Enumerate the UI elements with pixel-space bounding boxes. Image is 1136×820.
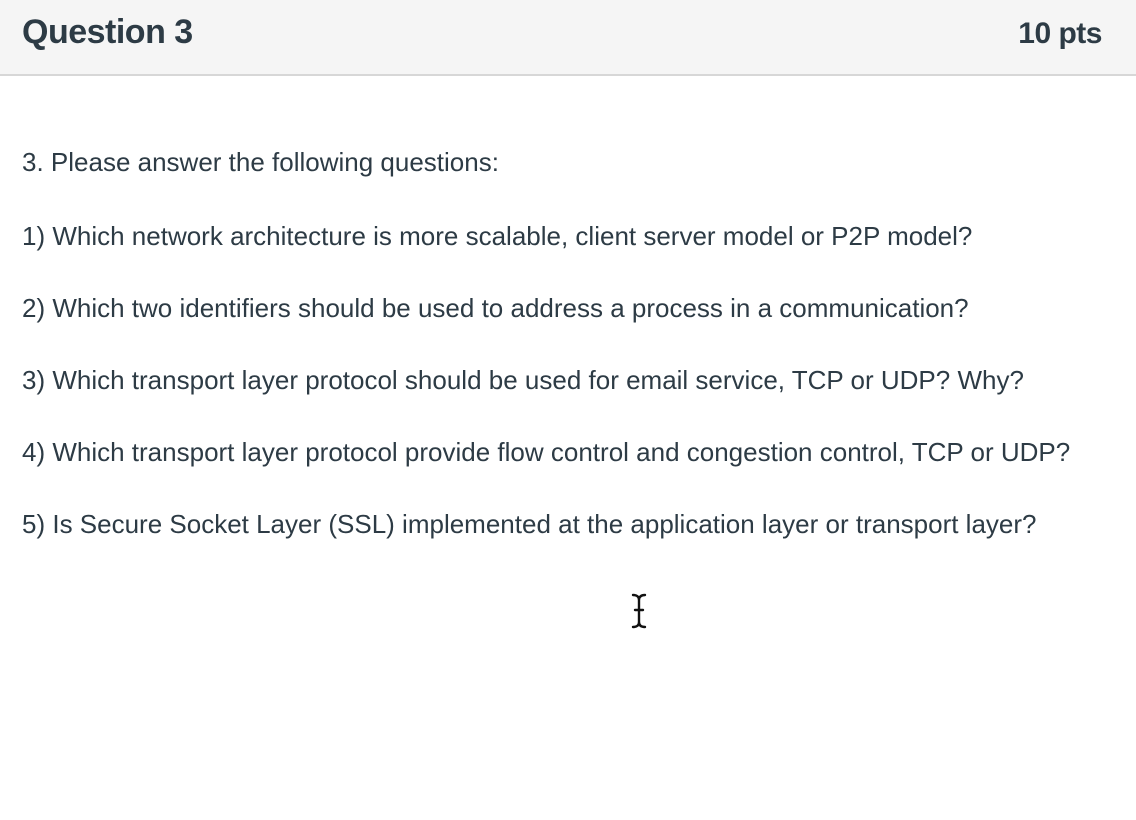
question-intro: 3. Please answer the following questions… (22, 147, 499, 177)
question-body: 3. Please answer the following questions… (22, 138, 1112, 548)
text-cursor-icon (631, 593, 647, 629)
question-item-2: 2) Which two identifiers should be used … (22, 293, 969, 323)
question-item-1: 1) Which network architecture is more sc… (22, 221, 973, 251)
question-item-5: 5) Is Secure Socket Layer (SSL) implemen… (22, 509, 1037, 539)
question-title: Question 3 (22, 13, 193, 51)
question-item-3: 3) Which transport layer protocol should… (22, 365, 1024, 395)
question-points: 10 pts (1018, 17, 1102, 50)
question-card: Question 3 10 pts 3. Please answer the f… (0, 0, 1136, 820)
question-item-4: 4) Which transport layer protocol provid… (22, 437, 1071, 467)
question-header: Question 3 10 pts (0, 0, 1136, 76)
